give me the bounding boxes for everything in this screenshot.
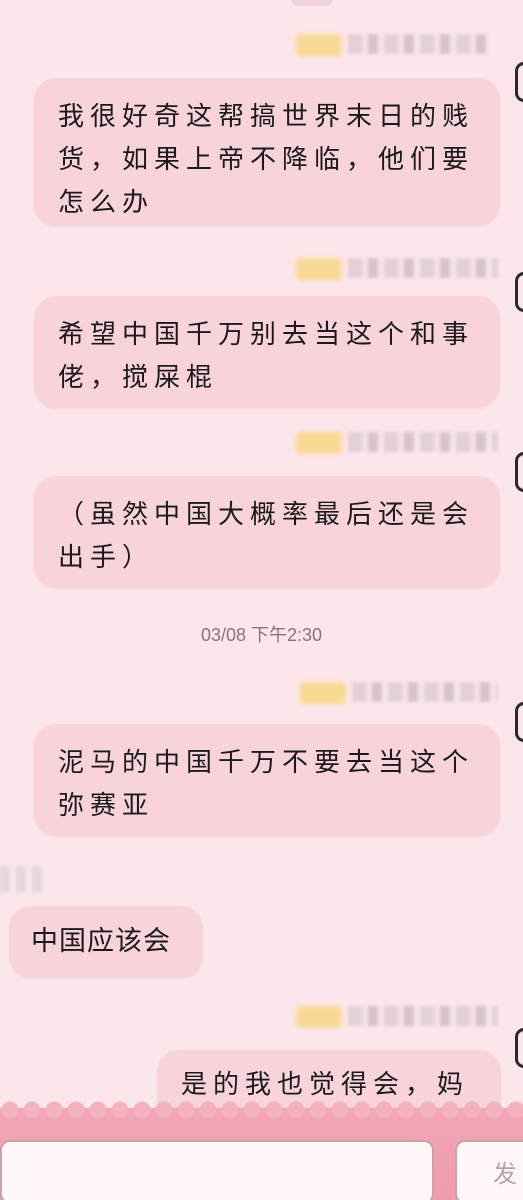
message-text: 中国应该会 xyxy=(31,926,171,957)
sender-name-blurred xyxy=(296,428,501,456)
message-bubble[interactable]: 我很好奇这帮搞世界末日的贱货，如果上帝不降临，他们要怎么办 xyxy=(34,78,500,226)
message-text: 希望中国千万别去当这个和事佬，搅屎棍 xyxy=(58,320,475,393)
message-bubble[interactable]: 希望中国千万别去当这个和事佬，搅屎棍 xyxy=(34,296,500,408)
avatar[interactable] xyxy=(515,702,523,742)
send-button[interactable]: 发 xyxy=(455,1140,523,1200)
top-indicator xyxy=(292,0,332,6)
sender-name-blurred xyxy=(296,254,501,282)
avatar[interactable] xyxy=(515,62,523,102)
message-text: 我很好奇这帮搞世界末日的贱货，如果上帝不降临，他们要怎么办 xyxy=(58,102,475,218)
message-input[interactable] xyxy=(0,1140,434,1200)
avatar[interactable] xyxy=(515,272,523,312)
sender-name-blurred xyxy=(0,866,48,892)
sender-name-blurred xyxy=(296,30,496,58)
message-text: （虽然中国大概率最后还是会出手） xyxy=(58,500,475,573)
chat-screen: 我很好奇这帮搞世界末日的贱货，如果上帝不降临，他们要怎么办 希望中国千万别去当这… xyxy=(0,0,523,1200)
hearts-decoration xyxy=(0,1096,523,1122)
sender-name-blurred xyxy=(300,678,500,706)
message-bubble[interactable]: 中国应该会 xyxy=(9,906,203,978)
timestamp: 03/08 下午2:30 xyxy=(200,625,323,645)
message-bubble[interactable]: 泥马的中国千万不要去当这个弥赛亚 xyxy=(34,724,500,836)
message-bubble[interactable]: （虽然中国大概率最后还是会出手） xyxy=(34,476,500,588)
message-text: 泥马的中国千万不要去当这个弥赛亚 xyxy=(58,748,475,821)
sender-name-blurred xyxy=(296,1002,501,1030)
avatar[interactable] xyxy=(515,452,523,492)
avatar[interactable] xyxy=(515,1028,523,1068)
